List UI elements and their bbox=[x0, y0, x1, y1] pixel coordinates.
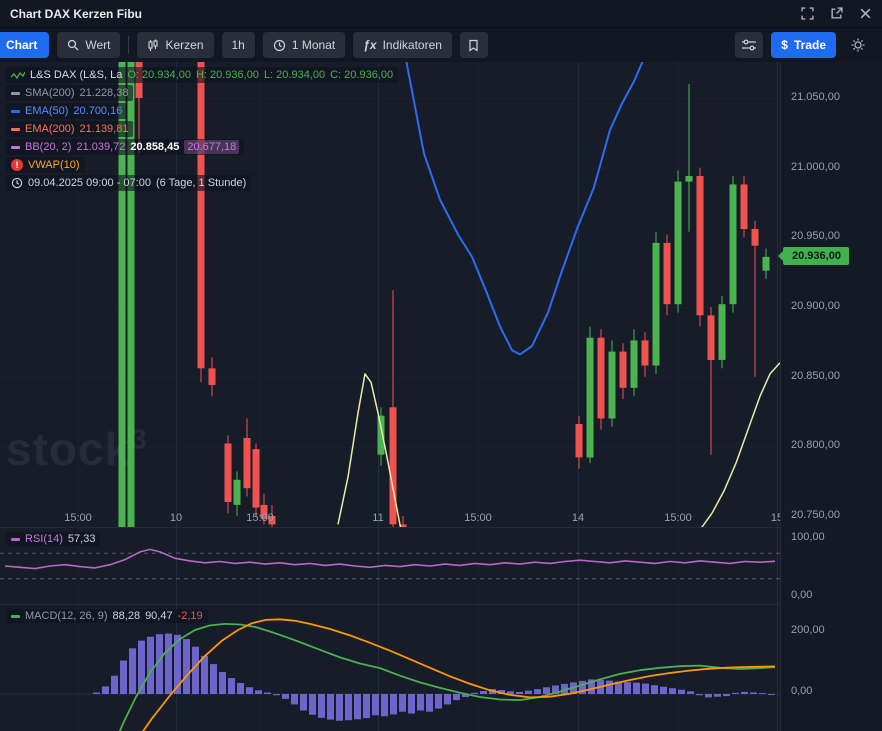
rsi-axis-bottom-label: 0,00 bbox=[791, 589, 813, 601]
bookmark-icon bbox=[468, 39, 479, 52]
rsi-label: RSI(14) bbox=[25, 533, 63, 545]
macd-label: MACD(12, 26, 9) bbox=[25, 610, 108, 622]
bb-lower: 20.677,18 bbox=[184, 140, 240, 154]
fullscreen-icon[interactable] bbox=[801, 7, 814, 20]
chart-window: Chart DAX Kerzen Fibu Chart Wert Kerzen bbox=[0, 0, 882, 731]
chart-area: stock3 L&S DAX (L&S, La O: 20.934,00 H: … bbox=[0, 62, 882, 731]
last-price-badge: 20.936,00 bbox=[783, 246, 849, 265]
dollar-icon: $ bbox=[781, 38, 788, 52]
chart-legend: L&S DAX (L&S, La O: 20.934,00 H: 20.936,… bbox=[6, 67, 399, 191]
price-axis-label: 20.750,00 bbox=[791, 509, 840, 521]
tune-icon bbox=[742, 39, 757, 51]
gear-icon bbox=[851, 38, 865, 52]
period-button-label: 1 Monat bbox=[291, 38, 336, 52]
bb-dash-icon bbox=[11, 145, 20, 149]
fx-icon: ƒx bbox=[363, 38, 377, 52]
macd-value: 88,28 bbox=[112, 610, 141, 622]
trade-button[interactable]: $ Trade bbox=[771, 32, 836, 58]
ohlc-close: C: 20.936,00 bbox=[330, 69, 394, 81]
close-icon[interactable] bbox=[859, 7, 872, 20]
chart-button-label: Chart bbox=[6, 38, 38, 52]
price-axis-label: 21.000,00 bbox=[791, 160, 840, 173]
legend-ema50[interactable]: EMA(50) 20.700,16 bbox=[6, 103, 128, 119]
bb-upper: 21.039,72 bbox=[76, 141, 126, 153]
series-wave-icon bbox=[11, 70, 25, 80]
chart-button[interactable]: Chart bbox=[0, 32, 50, 58]
kerzen-button-label: Kerzen bbox=[165, 38, 204, 52]
price-axis-label: 20.850,00 bbox=[791, 369, 840, 382]
instrument-name: L&S DAX (L&S, La bbox=[30, 69, 123, 81]
rsi-dash-icon bbox=[11, 537, 20, 541]
rsi-legend[interactable]: RSI(14) 57,33 bbox=[6, 532, 101, 546]
ema50-value: 20.700,16 bbox=[73, 105, 123, 117]
vwap-label: VWAP(10) bbox=[28, 159, 80, 171]
price-axis[interactable]: 21.050,00 21.000,00 20.950,00 20.900,00 20.8… bbox=[780, 62, 882, 731]
timeframe-button-label: 1h bbox=[231, 38, 245, 52]
bb-middle: 20.858,45 bbox=[130, 141, 180, 153]
macd-axis-top-label: 200,00 bbox=[791, 624, 825, 636]
popout-icon[interactable] bbox=[830, 7, 843, 20]
titlebar: Chart DAX Kerzen Fibu bbox=[0, 0, 882, 28]
price-axis-label: 20.900,00 bbox=[791, 300, 840, 312]
rsi-axis-top-label: 100,00 bbox=[791, 531, 825, 543]
kerzen-button[interactable]: Kerzen bbox=[137, 32, 214, 58]
wert-button-label: Wert bbox=[85, 38, 111, 52]
range-span: (6 Tage, 1 Stunde) bbox=[155, 177, 247, 189]
toolbar: Chart Wert Kerzen 1h 1 Monat ƒx Indikato… bbox=[0, 28, 882, 62]
candles-icon bbox=[147, 39, 159, 52]
indicators-button[interactable]: ƒx Indikatoren bbox=[353, 32, 452, 58]
search-icon bbox=[67, 39, 79, 51]
legend-sma200[interactable]: SMA(200) 21.228,38 bbox=[6, 85, 134, 101]
macd-pane[interactable]: MACD(12, 26, 9) 88,28 90,47 -2,19 bbox=[0, 604, 780, 731]
legend-ema200[interactable]: EMA(200) 21.139,81 bbox=[6, 121, 134, 137]
legend-vwap[interactable]: VWAP(10) bbox=[6, 157, 85, 173]
legend-bb[interactable]: BB(20, 2) 21.039,72 20.858,45 20.677,18 bbox=[6, 139, 245, 155]
indicators-button-label: Indikatoren bbox=[382, 38, 442, 52]
sma-value: 21.228,38 bbox=[79, 87, 129, 99]
price-axis-label: 20.950,00 bbox=[791, 230, 840, 243]
bb-label: BB(20, 2) bbox=[25, 141, 72, 153]
ema50-label: EMA(50) bbox=[25, 105, 69, 117]
ohlc-low: L: 20.934,00 bbox=[263, 69, 326, 81]
price-axis-label: 21.050,00 bbox=[791, 91, 840, 103]
sma-dash-icon bbox=[11, 91, 20, 95]
macd-signal-value: 90,47 bbox=[145, 610, 173, 622]
macd-legend[interactable]: MACD(12, 26, 9) 88,28 90,47 -2,19 bbox=[6, 609, 208, 623]
clock-icon bbox=[273, 39, 286, 52]
timeframe-button[interactable]: 1h bbox=[221, 32, 255, 58]
bookmark-button[interactable] bbox=[459, 32, 488, 58]
titlebar-icons bbox=[801, 7, 872, 20]
ema200-dash-icon bbox=[11, 127, 20, 131]
range-datetime: 09.04.2025 09:00 - 07:00 bbox=[28, 177, 151, 189]
price-axis-label: 20.800,00 bbox=[791, 439, 840, 452]
clock-icon bbox=[11, 177, 23, 189]
rsi-canvas[interactable] bbox=[0, 528, 780, 604]
macd-canvas[interactable] bbox=[0, 605, 780, 731]
period-button[interactable]: 1 Monat bbox=[262, 32, 346, 58]
ema200-label: EMA(200) bbox=[25, 123, 75, 135]
ema200-value: 21.139,81 bbox=[79, 123, 129, 135]
rsi-pane[interactable]: RSI(14) 57,33 bbox=[0, 527, 780, 604]
macd-dash-icon bbox=[11, 614, 20, 618]
legend-instrument[interactable]: L&S DAX (L&S, La O: 20.934,00 H: 20.936,… bbox=[6, 67, 399, 83]
toolbar-separator bbox=[128, 36, 130, 54]
trade-button-label: Trade bbox=[793, 38, 826, 52]
warning-icon bbox=[11, 159, 23, 171]
ema50-dash-icon bbox=[11, 109, 20, 113]
macd-hist-value: -2,19 bbox=[177, 610, 203, 622]
ohlc-open: O: 20.934,00 bbox=[127, 69, 191, 81]
legend-date-range[interactable]: 09.04.2025 09:00 - 07:00 (6 Tage, 1 Stun… bbox=[6, 175, 252, 191]
wert-button[interactable]: Wert bbox=[57, 32, 121, 58]
window-title: Chart DAX Kerzen Fibu bbox=[10, 6, 143, 21]
ohlc-high: H: 20.936,00 bbox=[195, 69, 259, 81]
tune-button[interactable] bbox=[735, 32, 764, 58]
settings-button[interactable] bbox=[844, 32, 872, 58]
main-chart-pane[interactable]: stock3 L&S DAX (L&S, La O: 20.934,00 H: … bbox=[0, 62, 780, 527]
rsi-value: 57,33 bbox=[67, 533, 96, 545]
macd-axis-bottom-label: 0,00 bbox=[791, 685, 813, 697]
sma-label: SMA(200) bbox=[25, 87, 75, 99]
